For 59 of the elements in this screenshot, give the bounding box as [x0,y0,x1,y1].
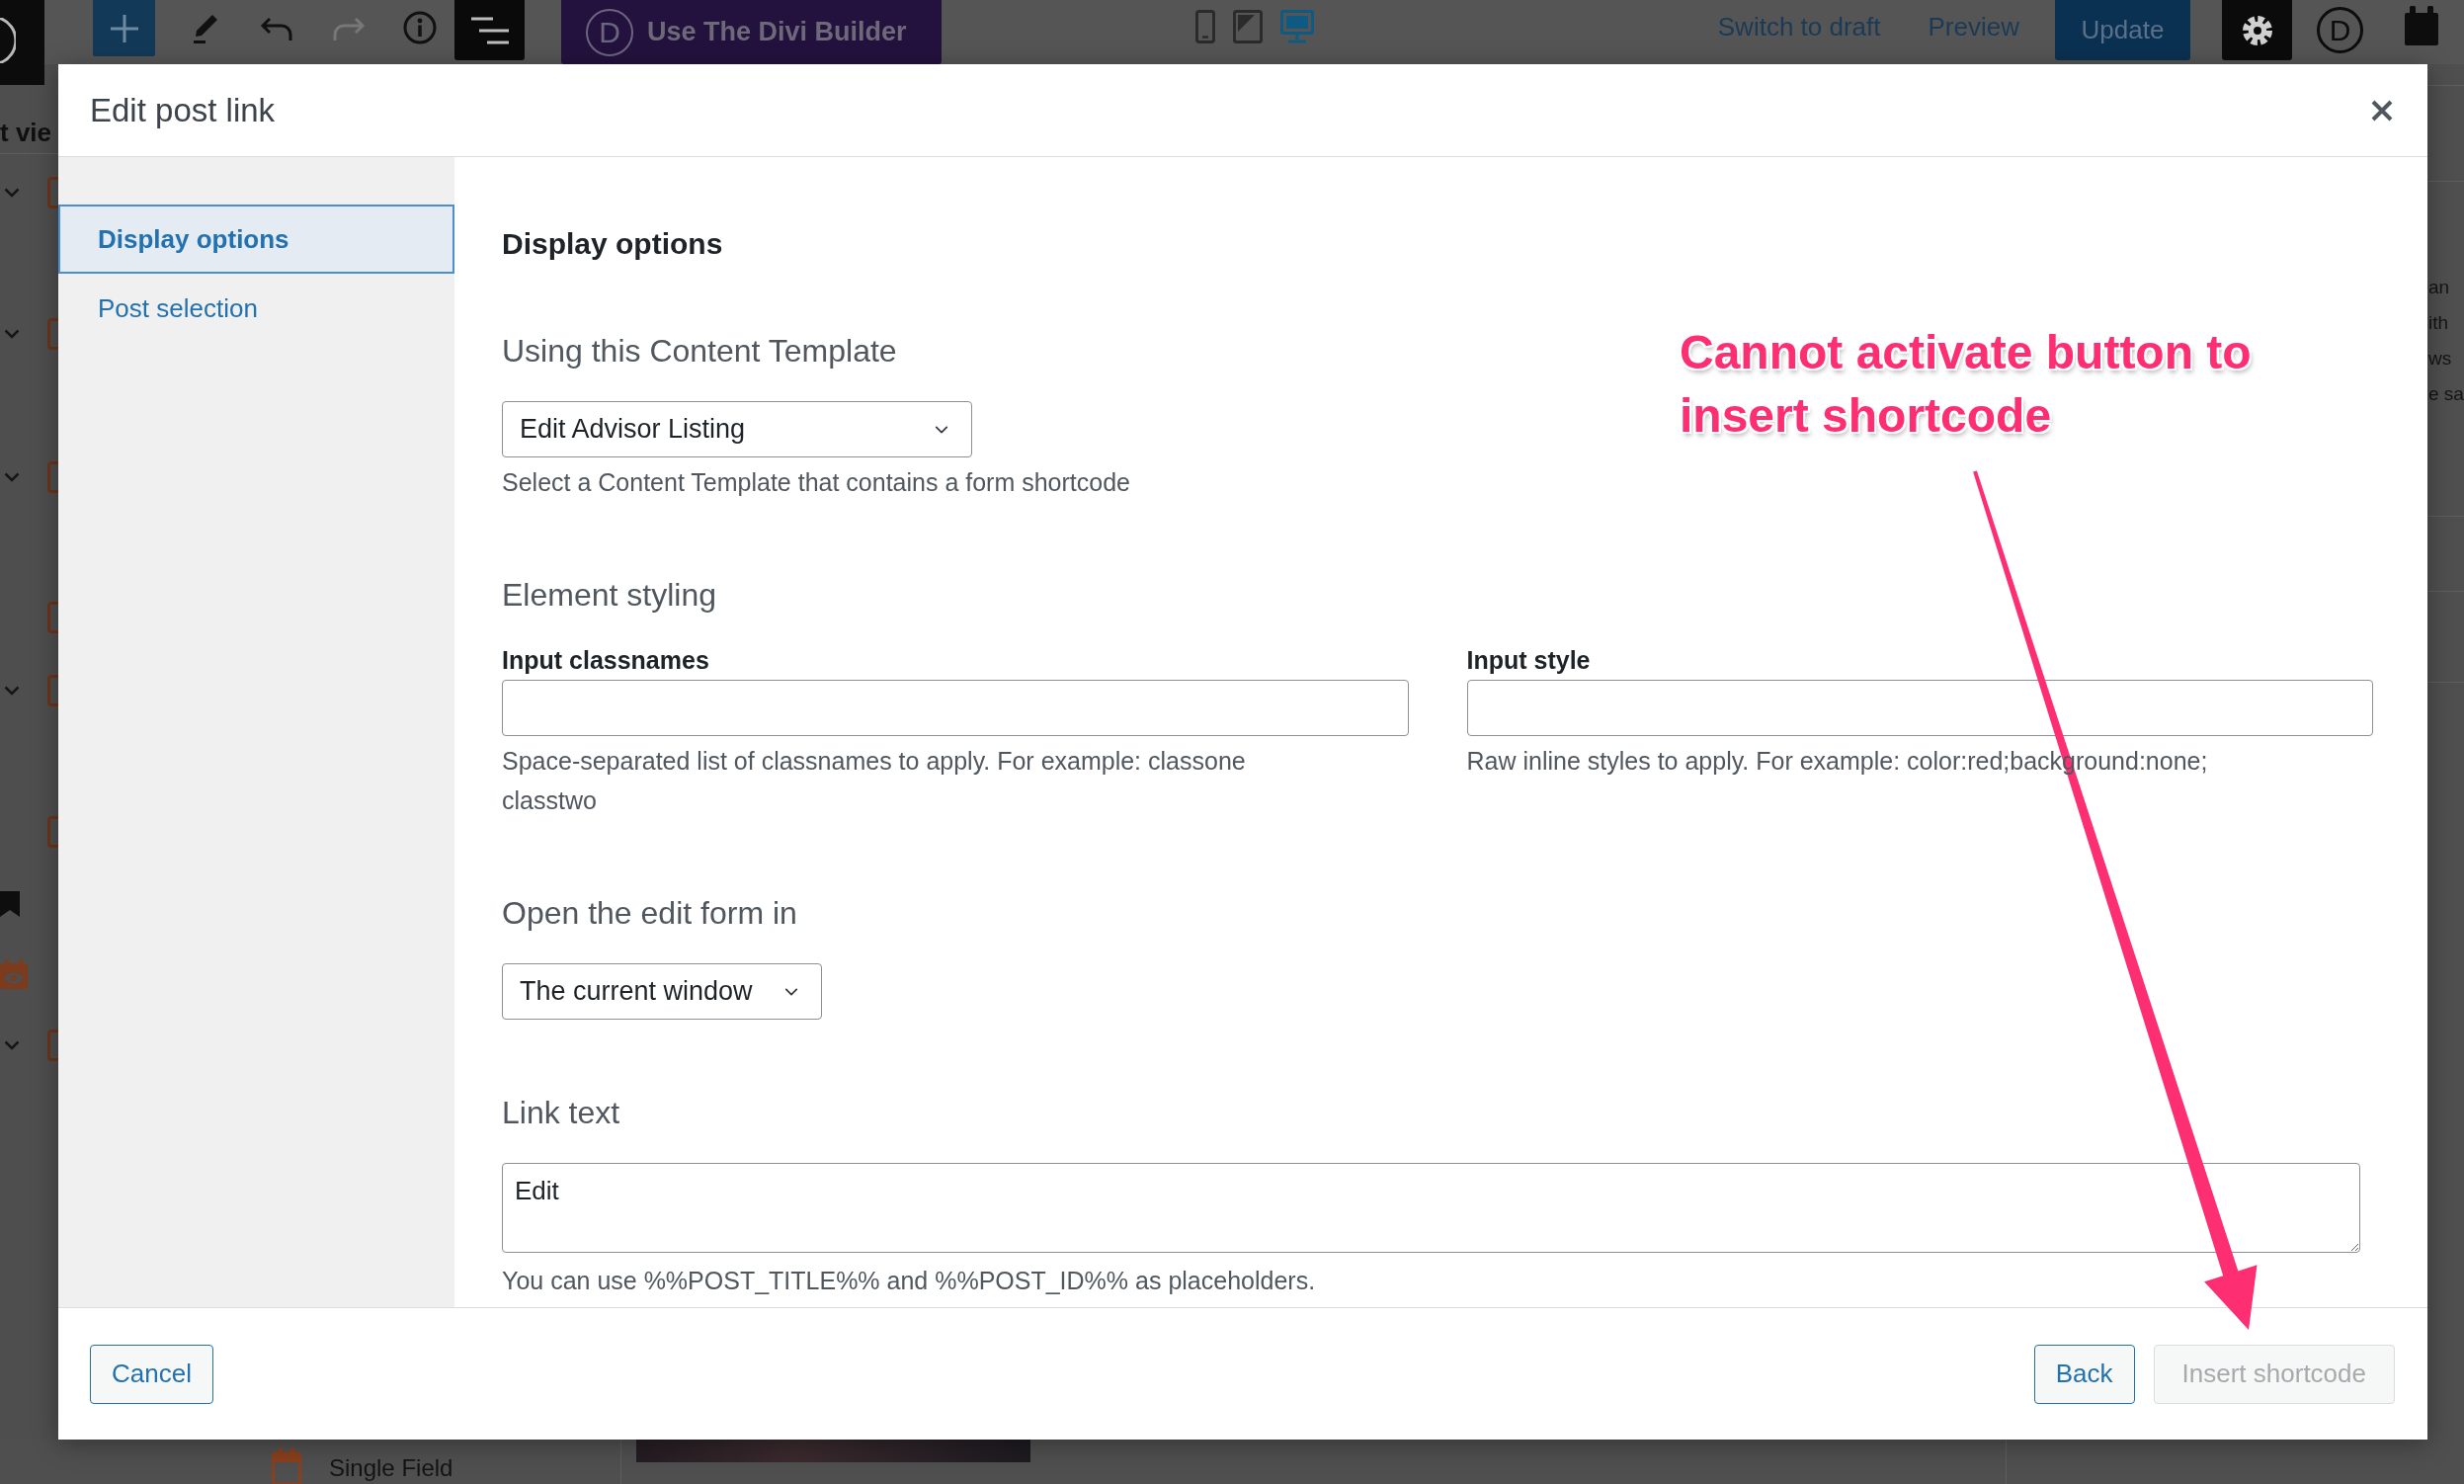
update-button[interactable]: Update [2055,0,2190,60]
field-label: Input classnames [502,645,709,675]
sidebar-tab[interactable]: Display options [58,205,454,274]
calendar-icon [272,1447,301,1484]
sidebar-tab[interactable]: Post selection [58,274,454,343]
back-button[interactable]: Back [2033,1344,2135,1404]
close-icon[interactable] [2371,99,2393,122]
list-item-label: Single Field [329,1454,453,1482]
redo-icon[interactable] [332,16,366,41]
chevron-down-icon[interactable] [4,472,20,482]
text-fragment: ws [2427,347,2452,371]
bookmark-icon [0,891,20,917]
select-field[interactable]: Edit Advisor Listing [502,401,972,457]
block-icon [47,816,58,848]
settings-icon [2242,15,2272,45]
block-icon [47,675,58,706]
help-text: Space-separated list of classnames to apply. For example: classone classtwo [502,746,1247,816]
chevron-down-icon[interactable] [4,329,20,339]
section-heading: Display options [502,226,723,262]
dialog-title: Edit post link [90,90,276,130]
tablet-icon[interactable] [1233,10,1263,43]
select-field[interactable]: The current window [502,963,822,1020]
list-view-button[interactable] [454,0,525,60]
section-title: Using this Content Template [502,332,897,370]
logo: D [586,8,633,56]
block-icon [47,318,58,350]
builder-button[interactable]: D Use The Divi Builder [561,0,942,64]
input-field[interactable] [1466,680,2373,736]
text-area-field[interactable]: Edit [502,1163,2360,1253]
block-icon [47,177,58,208]
mobile-icon[interactable] [1195,10,1215,43]
add-block-button[interactable] [93,0,155,56]
section-title: Element styling [502,576,716,614]
block-icon [47,461,58,493]
settings-button[interactable] [2222,0,2292,60]
logo-button[interactable] [0,0,44,85]
annotation-text: Cannot activate button to insert shortcode [1680,325,2253,444]
chevron-down-icon[interactable] [4,188,20,198]
chevron-down-icon[interactable] [4,686,20,696]
section-title: Open the edit form in [502,894,797,932]
text-fragment: an [2427,276,2450,299]
logo-icon [0,18,16,63]
clipboard-icon[interactable] [2403,6,2440,45]
field-label: Input style [1466,645,1591,675]
section-title: Link text [502,1094,620,1131]
help-text: Select a Content Template that contains a form shortcode [502,467,1130,498]
logo[interactable]: D [2317,7,2363,53]
cancel-button[interactable]: Cancel [90,1344,213,1404]
plus-icon [110,14,138,42]
chevron-down-icon[interactable] [4,1040,20,1050]
help-text: You can use %%POST_TITLE%% and %%POST_ID%% as placeholders. [502,1266,1316,1296]
block-icon [47,602,58,633]
undo-icon[interactable] [260,16,293,41]
list-view-label: t vie [0,118,52,147]
info-icon[interactable] [403,11,437,44]
text-fragment: ith [2427,311,2449,335]
block-icon [47,1030,58,1061]
input-field[interactable] [502,680,1409,736]
list-icon [470,15,509,45]
